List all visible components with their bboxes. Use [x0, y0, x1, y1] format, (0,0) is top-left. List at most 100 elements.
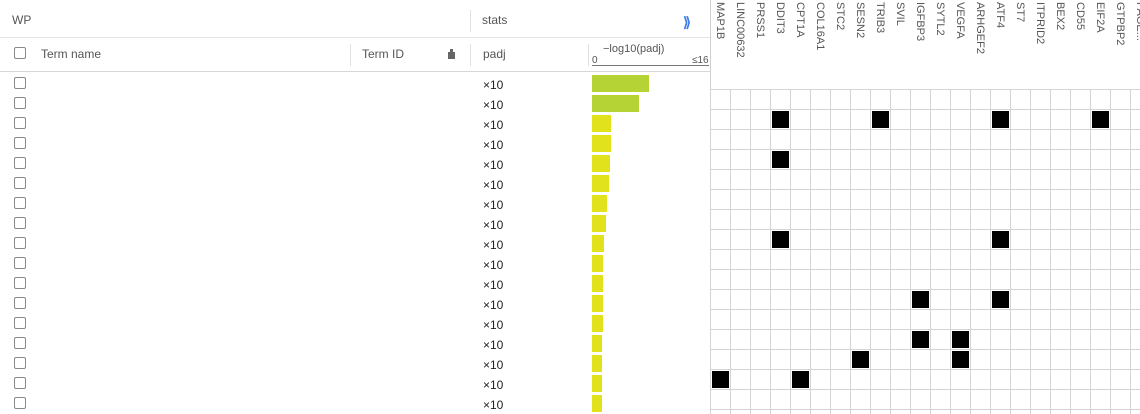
table-row[interactable]: ×10 — [0, 213, 710, 233]
padj-value: ×10 — [483, 78, 504, 92]
gene-label: STC2 — [834, 2, 846, 31]
gene-column-header[interactable]: PAGE... — [1130, 0, 1140, 88]
column-header-padj[interactable]: padj — [483, 47, 506, 61]
table-row[interactable]: ×10 — [0, 373, 710, 393]
row-checkbox[interactable] — [14, 117, 26, 129]
table-row[interactable]: ×10 — [0, 193, 710, 213]
gene-label: PRSS1 — [754, 2, 766, 39]
gene-hit-cell[interactable] — [952, 351, 969, 368]
gene-hit-matrix — [710, 89, 1140, 414]
gene-column-header[interactable]: CPT1A — [790, 0, 810, 88]
gene-column-header[interactable]: MAP1B — [710, 0, 730, 88]
gene-hit-cell[interactable] — [772, 151, 789, 168]
table-row[interactable]: ×10 — [0, 293, 710, 313]
gene-hit-cell[interactable] — [912, 291, 929, 308]
column-divider — [350, 44, 351, 66]
gene-label: DDIT3 — [774, 2, 786, 34]
gene-column-header[interactable]: SESN2 — [850, 0, 870, 88]
table-row[interactable]: ×10 — [0, 333, 710, 353]
table-row[interactable]: ×10 — [0, 253, 710, 273]
gene-column-header[interactable]: STC2 — [830, 0, 850, 88]
gene-hit-cell[interactable] — [792, 371, 809, 388]
double-chevron-right-icon[interactable]: ⟩⟩ — [683, 14, 691, 31]
table-row[interactable]: ×10 — [0, 73, 710, 93]
row-checkbox[interactable] — [14, 297, 26, 309]
gene-column-header[interactable]: BEX2 — [1050, 0, 1070, 88]
gene-column-header[interactable]: ST7 — [1010, 0, 1030, 88]
gene-header-row: MAP1B LINC00632 PRSS1 DDIT3 CPT1A COL16A1 STC2… — [710, 0, 1140, 88]
gene-hit-cell[interactable] — [992, 291, 1009, 308]
log-padj-bar — [592, 255, 604, 272]
column-header-log10-padj[interactable]: −log10(padj) — [603, 43, 664, 55]
gene-label: PAGE... — [1134, 2, 1140, 41]
row-checkbox[interactable] — [14, 357, 26, 369]
gene-hit-cell[interactable] — [912, 331, 929, 348]
gene-label: ITPRID2 — [1034, 2, 1046, 45]
table-row[interactable]: ×10 — [0, 273, 710, 293]
gene-column-header[interactable]: ATF4 — [990, 0, 1010, 88]
padj-value: ×10 — [483, 338, 504, 352]
select-all-checkbox[interactable] — [14, 47, 26, 59]
padj-value: ×10 — [483, 198, 504, 212]
row-checkbox[interactable] — [14, 257, 26, 269]
gene-hit-cell[interactable] — [952, 331, 969, 348]
row-checkbox[interactable] — [14, 217, 26, 229]
gene-hit-cell[interactable] — [992, 111, 1009, 128]
table-row[interactable]: ×10 — [0, 93, 710, 113]
padj-value: ×10 — [483, 138, 504, 152]
table-row[interactable]: ×10 — [0, 313, 710, 333]
row-checkbox[interactable] — [14, 397, 26, 409]
gene-hit-cell[interactable] — [772, 231, 789, 248]
table-row[interactable]: ×10 — [0, 233, 710, 253]
gene-column-header[interactable]: ARHGEF2 — [970, 0, 990, 88]
gene-hit-cell[interactable] — [772, 111, 789, 128]
row-checkbox[interactable] — [14, 97, 26, 109]
gene-column-header[interactable]: PRSS1 — [750, 0, 770, 88]
gene-column-header[interactable]: DDIT3 — [770, 0, 790, 88]
gene-column-header[interactable]: IGFBP3 — [910, 0, 930, 88]
table-row[interactable]: ×10 — [0, 113, 710, 133]
source-group-label: WP — [12, 13, 32, 27]
row-checkbox[interactable] — [14, 157, 26, 169]
gene-label: EIF2A — [1094, 2, 1106, 33]
row-checkbox[interactable] — [14, 317, 26, 329]
gene-column-header[interactable]: COL16A1 — [810, 0, 830, 88]
log-padj-bar — [592, 335, 602, 352]
row-checkbox[interactable] — [14, 377, 26, 389]
gene-column-header[interactable]: LINC00632 — [730, 0, 750, 88]
gene-label: ST7 — [1014, 2, 1026, 23]
gene-column-header[interactable]: VEGFA — [950, 0, 970, 88]
gene-column-header[interactable]: SVIL — [890, 0, 910, 88]
row-checkbox[interactable] — [14, 177, 26, 189]
table-row[interactable]: ×10 — [0, 393, 710, 413]
padj-value: ×10 — [483, 298, 504, 312]
gene-hit-cell[interactable] — [872, 111, 889, 128]
padj-value: ×10 — [483, 278, 504, 292]
log-padj-bar — [592, 135, 611, 152]
gene-hit-cell[interactable] — [992, 231, 1009, 248]
padj-value: ×10 — [483, 398, 504, 412]
row-checkbox[interactable] — [14, 237, 26, 249]
table-row[interactable]: ×10 — [0, 173, 710, 193]
gene-hit-cell[interactable] — [712, 371, 729, 388]
gene-column-header[interactable]: TRIB3 — [870, 0, 890, 88]
gene-column-header[interactable]: SYTL2 — [930, 0, 950, 88]
gene-column-header[interactable]: ITPRID2 — [1030, 0, 1050, 88]
gene-label: SVIL — [894, 2, 906, 26]
gene-column-header[interactable]: CD55 — [1070, 0, 1090, 88]
column-header-term-id[interactable]: Term ID — [362, 47, 404, 61]
gene-column-header[interactable]: GTPBP2 — [1110, 0, 1130, 88]
table-row[interactable]: ×10 — [0, 133, 710, 153]
table-row[interactable]: ×10 — [0, 353, 710, 373]
row-checkbox[interactable] — [14, 77, 26, 89]
table-row[interactable]: ×10 — [0, 153, 710, 173]
sort-icon[interactable] — [447, 48, 456, 59]
row-checkbox[interactable] — [14, 137, 26, 149]
row-checkbox[interactable] — [14, 277, 26, 289]
row-checkbox[interactable] — [14, 197, 26, 209]
gene-column-header[interactable]: EIF2A — [1090, 0, 1110, 88]
row-checkbox[interactable] — [14, 337, 26, 349]
column-header-term-name[interactable]: Term name — [41, 47, 101, 61]
gene-hit-cell[interactable] — [1092, 111, 1109, 128]
gene-hit-cell[interactable] — [852, 351, 869, 368]
